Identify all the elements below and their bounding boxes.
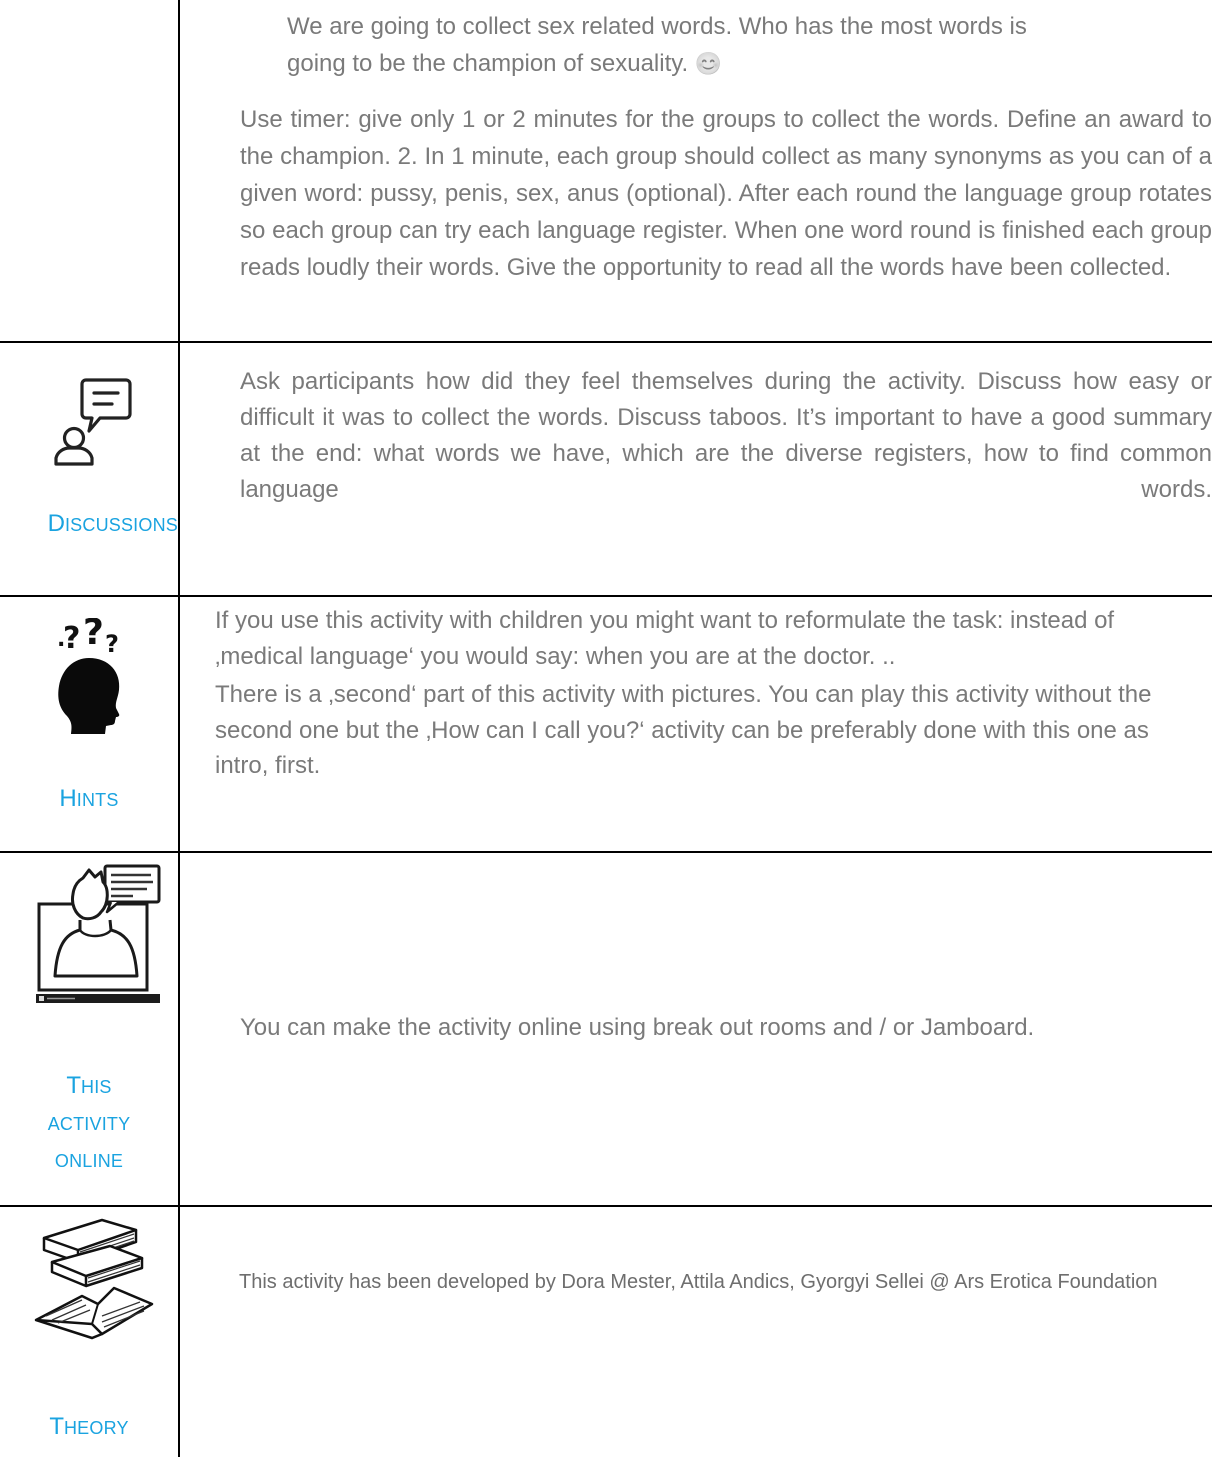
- row-divider: [0, 851, 1212, 853]
- online-label-cap: T: [66, 1072, 82, 1099]
- row-divider: [0, 595, 1212, 597]
- discussions-label-cap: D: [47, 510, 65, 537]
- hints-text-1: If you use this activity with children y…: [215, 607, 1115, 670]
- discussions-label-rest: ISCUSSIONS: [64, 515, 178, 535]
- smile-emoji-icon: 😊: [694, 51, 723, 76]
- svg-text:?: ?: [63, 621, 80, 656]
- column-divider: [178, 0, 180, 1457]
- thinking-head-icon: . ? ? ?: [57, 618, 120, 734]
- online-label-line-3: ONLINE: [54, 1151, 124, 1171]
- svg-text:?: ?: [83, 618, 104, 653]
- books-icon: [34, 1218, 154, 1340]
- intro-paragraph: Use timer: give only 1 or 2 minutes for …: [240, 106, 1212, 281]
- hints-label-rest: INTS: [76, 790, 119, 810]
- chat-person-icon: [54, 378, 132, 466]
- hints-label: HINTS: [0, 785, 178, 813]
- svg-text:?: ?: [105, 630, 119, 658]
- intro-line-1: We are going to collect sex related word…: [287, 13, 1027, 40]
- intro-line-2: going to be the champion of sexuality. 😊: [287, 45, 1212, 82]
- theory-text: This activity has been developed by Dora…: [239, 1271, 1158, 1293]
- online-label-line-2: ACTIVITY: [47, 1114, 131, 1134]
- online-label-line-1: HIS: [81, 1077, 112, 1097]
- theory-label-cap: T: [49, 1413, 64, 1440]
- intro-line-2-text: going to be the champion of sexuality.: [287, 50, 689, 77]
- hints-label-cap: H: [59, 785, 77, 812]
- online-label: THIS ACTIVITY ONLINE: [0, 1068, 178, 1179]
- discussions-text: Ask participants how did they feel thems…: [240, 368, 1212, 503]
- document-page: We are going to collect sex related word…: [0, 0, 1217, 1457]
- hints-text-2: There is a ‚second‘ part of this activit…: [215, 681, 1152, 780]
- theory-label-rest: HEORY: [63, 1418, 129, 1438]
- row-divider: [0, 341, 1212, 343]
- online-text: You can make the activity online using b…: [240, 1014, 1035, 1041]
- row-divider: [0, 1205, 1212, 1207]
- theory-label: THEORY: [0, 1413, 178, 1441]
- online-meeting-icon: [33, 860, 161, 1004]
- discussions-label: DISCUSSIONS: [0, 510, 178, 538]
